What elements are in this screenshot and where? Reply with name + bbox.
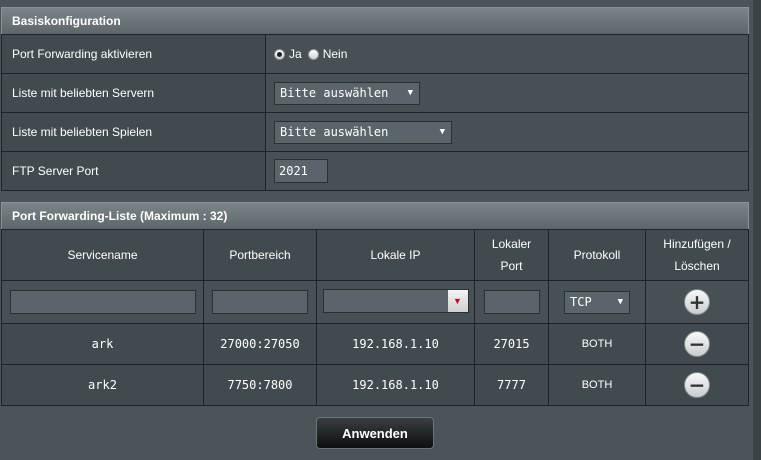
col-range: Portbereich [203, 229, 317, 281]
servers-select-value: Bitte auswählen [280, 86, 389, 100]
pf-input-row: ▼ TCP ▼ + [1, 280, 749, 324]
servers-value: Bitte auswählen ▼ [265, 73, 749, 113]
servers-label: Liste mit beliebten Servern [1, 73, 266, 113]
pf-list-table: Servicename Portbereich Lokale IP Lokale… [1, 229, 749, 406]
add-cell: + [645, 280, 749, 324]
protocol-select[interactable]: TCP ▼ [564, 290, 630, 314]
enable-row: Port Forwarding aktivieren Ja Nein [1, 34, 749, 74]
protocol-select-value: TCP [570, 295, 592, 309]
local-ip-select[interactable]: ▼ [322, 289, 469, 313]
ip-cell: ▼ [316, 280, 475, 324]
col-local-port-l1: Lokaler [491, 237, 532, 251]
pf-list-header: Port Forwarding-Liste (Maximum : 32) [1, 202, 749, 230]
basic-config-header: Basiskonfiguration [1, 7, 749, 35]
enable-value: Ja Nein [265, 34, 749, 74]
basic-config-title: Basiskonfiguration [12, 14, 121, 28]
servers-row: Liste mit beliebten Servern Bitte auswäh… [1, 73, 749, 113]
row-protocol: BOTH [548, 364, 646, 406]
ftp-port-input[interactable]: 2021 [274, 159, 328, 183]
radio-no[interactable] [307, 48, 319, 60]
col-local-port: Lokaler Port [474, 229, 549, 281]
service-name-input[interactable] [9, 290, 196, 314]
row-port: 27015 [474, 323, 549, 365]
servers-select[interactable]: Bitte auswählen ▼ [274, 81, 420, 105]
col-action-l1: Hinzufügen / [663, 237, 731, 251]
radio-no-label[interactable]: Nein [323, 47, 348, 61]
apply-button[interactable]: Anwenden [316, 417, 434, 449]
games-label: Liste mit beliebten Spielen [1, 112, 266, 152]
row-service: ark2 [1, 364, 204, 406]
col-local-ip: Lokale IP [316, 229, 475, 281]
pf-header-row: Servicename Portbereich Lokale IP Lokale… [1, 229, 749, 281]
games-select-value: Bitte auswählen [280, 125, 389, 139]
col-local-port-l2: Port [500, 259, 523, 273]
row-ip: 192.168.1.10 [316, 364, 475, 406]
scrollbar[interactable] [753, 0, 761, 460]
service-cell [1, 280, 204, 324]
row-delete-cell: − [645, 364, 749, 406]
remove-circle-icon[interactable]: − [684, 331, 710, 357]
port-cell [474, 280, 549, 324]
row-range: 7750:7800 [203, 364, 317, 406]
radio-yes-label[interactable]: Ja [289, 47, 302, 61]
row-delete-cell: − [645, 323, 749, 365]
pf-list-title: Port Forwarding-Liste (Maximum : 32) [12, 209, 228, 223]
ftp-row: FTP Server Port 2021 [1, 151, 749, 191]
games-value: Bitte auswählen ▼ [265, 112, 749, 152]
row-port: 7777 [474, 364, 549, 406]
ftp-label: FTP Server Port [1, 151, 266, 191]
row-ip: 192.168.1.10 [316, 323, 475, 365]
table-row: ark2 7750:7800 192.168.1.10 7777 BOTH − [1, 364, 749, 406]
basic-config-table: Port Forwarding aktivieren Ja Nein Liste… [1, 34, 749, 191]
local-port-input[interactable] [483, 290, 540, 314]
radio-yes[interactable] [274, 48, 285, 60]
table-row: ark 27000:27050 192.168.1.10 27015 BOTH … [1, 323, 749, 365]
row-protocol: BOTH [548, 323, 646, 365]
add-circle-icon[interactable]: + [684, 289, 710, 315]
remove-circle-icon[interactable]: − [684, 372, 710, 398]
games-select[interactable]: Bitte auswählen ▼ [274, 120, 452, 144]
chevron-down-icon: ▼ [407, 88, 413, 98]
range-cell [203, 280, 317, 324]
enable-label: Port Forwarding aktivieren [1, 34, 266, 74]
triangle-down-icon[interactable]: ▼ [447, 290, 468, 312]
col-action: Hinzufügen / Löschen [645, 229, 749, 281]
port-range-input[interactable] [212, 290, 308, 314]
chevron-down-icon: ▼ [617, 297, 623, 307]
row-range: 27000:27050 [203, 323, 317, 365]
proto-cell: TCP ▼ [548, 280, 646, 324]
col-action-l2: Löschen [674, 259, 720, 273]
chevron-down-icon: ▼ [439, 127, 445, 137]
col-service: Servicename [1, 229, 204, 281]
ftp-value: 2021 [265, 151, 749, 191]
games-row: Liste mit beliebten Spielen Bitte auswäh… [1, 112, 749, 152]
col-protocol: Protokoll [548, 229, 646, 281]
row-service: ark [1, 323, 204, 365]
